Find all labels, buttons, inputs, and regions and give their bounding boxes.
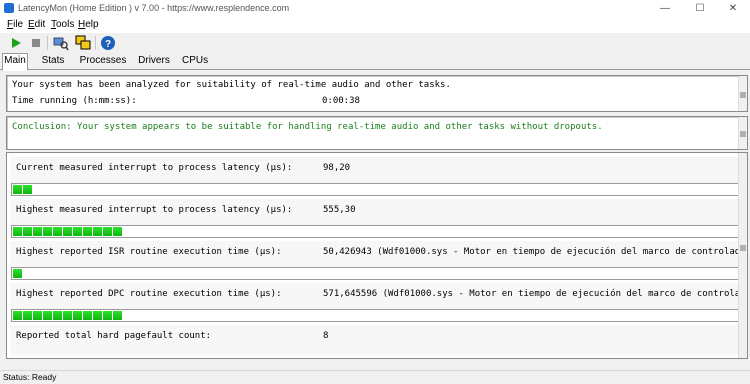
tab-processes[interactable]: Processes <box>79 54 127 68</box>
conclusion-text: Conclusion: Your system appears to be su… <box>12 122 603 132</box>
toolbar: ? <box>0 33 750 53</box>
metric-value: 555,30 <box>323 205 356 215</box>
metric-value: 571,645596 (Wdf01000.sys - Motor en tiem… <box>323 289 746 299</box>
svg-text:?: ? <box>105 39 111 50</box>
summary-panel: Your system has been analyzed for suitab… <box>6 75 748 112</box>
conclusion-scrollbar[interactable] <box>738 117 747 149</box>
bar-segment <box>83 311 92 320</box>
bar-segment <box>113 311 122 320</box>
menu-tools[interactable]: Tools <box>51 19 74 30</box>
menu-file[interactable]: File <box>7 19 23 30</box>
bar-segment <box>53 311 62 320</box>
bar-segment <box>63 227 72 236</box>
bar-segment <box>43 227 52 236</box>
tab-cpus[interactable]: CPUs <box>182 54 208 68</box>
bar-segment <box>83 227 92 236</box>
tab-main[interactable]: Main <box>2 53 28 71</box>
metric-value: 98,20 <box>323 163 351 173</box>
bar-segment <box>73 227 82 236</box>
play-icon[interactable] <box>8 35 24 51</box>
metric-label: Highest reported ISR routine execution t… <box>16 247 282 257</box>
metric-label: Highest measured interrupt to process la… <box>16 205 293 215</box>
bar-segment <box>13 185 22 194</box>
latency-bar <box>11 183 744 196</box>
bar-segment <box>53 227 62 236</box>
metrics-panel: Current measured interrupt to process la… <box>6 152 748 359</box>
metric-current-latency: Current measured interrupt to process la… <box>10 157 744 196</box>
analysis-message: Your system has been analyzed for suitab… <box>12 80 451 90</box>
bar-segment <box>13 311 22 320</box>
metric-label: Reported total hard pagefault count: <box>16 331 212 341</box>
time-running-label: Time running (h:mm:ss): <box>12 96 137 106</box>
window-title: LatencyMon (Home Edition ) v 7.00 - http… <box>18 3 290 13</box>
bar-segment <box>93 227 102 236</box>
metric-highest-latency: Highest measured interrupt to process la… <box>10 199 744 238</box>
bar-segment <box>13 269 22 278</box>
computer-search-icon[interactable] <box>53 35 69 51</box>
title-bar: LatencyMon (Home Edition ) v 7.00 - http… <box>0 0 750 17</box>
dpc-bar <box>11 309 744 322</box>
bar-segment <box>23 185 32 194</box>
metric-value: 8 <box>323 331 329 341</box>
conclusion-panel: Conclusion: Your system appears to be su… <box>6 116 748 150</box>
status-text: Status: Ready <box>3 372 57 382</box>
bar-segment <box>33 311 42 320</box>
isr-bar <box>11 267 744 280</box>
close-button[interactable]: ✕ <box>716 0 750 17</box>
toolbar-separator <box>47 36 48 50</box>
minimize-button[interactable]: — <box>648 0 682 17</box>
metric-hard-pagefaults: Reported total hard pagefault count: 8 <box>10 325 743 355</box>
bar-segment <box>23 311 32 320</box>
menu-help[interactable]: Help <box>78 19 99 30</box>
help-icon[interactable]: ? <box>100 35 116 51</box>
metric-dpc-execution: Highest reported DPC routine execution t… <box>10 283 746 322</box>
windows-icon[interactable] <box>75 35 91 51</box>
tab-bar: Main Stats Processes Drivers CPUs <box>0 53 750 71</box>
summary-scrollbar[interactable] <box>738 76 747 111</box>
bar-segment <box>23 227 32 236</box>
metric-label: Current measured interrupt to process la… <box>16 163 293 173</box>
menu-bar: File Edit Tools Help <box>0 17 750 33</box>
toolbar-separator <box>95 36 96 50</box>
bar-segment <box>43 311 52 320</box>
tab-stats[interactable]: Stats <box>40 54 66 68</box>
metric-isr-execution: Highest reported ISR routine execution t… <box>10 241 746 280</box>
maximize-button[interactable]: ☐ <box>683 0 717 17</box>
metrics-scrollbar[interactable] <box>738 153 747 358</box>
time-running-value: 0:00:38 <box>322 96 360 106</box>
bar-segment <box>63 311 72 320</box>
stop-icon[interactable] <box>28 35 44 51</box>
bar-segment <box>93 311 102 320</box>
latencymon-app-icon <box>4 3 14 13</box>
bar-segment <box>113 227 122 236</box>
bar-segment <box>103 311 112 320</box>
metric-value: 50,426943 (Wdf01000.sys - Motor en tiemp… <box>323 247 746 257</box>
latency-bar <box>11 225 744 238</box>
bar-segment <box>73 311 82 320</box>
status-bar: Status: Ready <box>0 370 750 384</box>
bar-segment <box>13 227 22 236</box>
bar-segment <box>33 227 42 236</box>
metric-label: Highest reported DPC routine execution t… <box>16 289 282 299</box>
bar-segment <box>103 227 112 236</box>
tab-drivers[interactable]: Drivers <box>137 54 171 68</box>
menu-edit[interactable]: Edit <box>28 19 45 30</box>
